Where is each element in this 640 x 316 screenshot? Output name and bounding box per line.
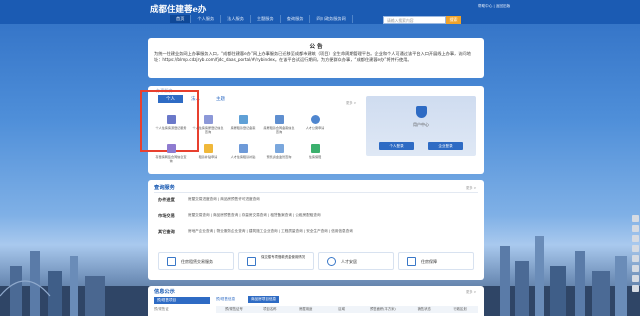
enterprise-login-button[interactable]: 企业登录: [428, 142, 463, 150]
search-input[interactable]: 请输入搜索内容: [383, 16, 446, 24]
column-header: 项目名称: [263, 307, 277, 311]
query-row-links[interactable]: 房屋交易进度查询 | 商品房预售许可进度查询: [188, 197, 260, 202]
side-toolbar: [632, 215, 640, 315]
service-label: 租赁补贴申请: [198, 155, 218, 159]
query-card[interactable]: 住房租赁交易服务: [158, 252, 234, 270]
nav-item-sichuan[interactable]: 四川政务服务网: [310, 15, 353, 23]
side-tool-button[interactable]: [632, 225, 639, 232]
info-side-tab[interactable]: 预/现售项目: [154, 297, 210, 304]
notice-body: 为统一住建业务网上办事服务入口，“成都住建蓉e办”网上办事服务已迁移至成都市建筑…: [154, 51, 471, 62]
nav-item-legal[interactable]: 法人服务: [221, 15, 251, 23]
info-title: 信息公示: [154, 289, 175, 295]
side-tool-button[interactable]: [632, 275, 639, 282]
service-label: 个人住房房源登记服务: [155, 126, 187, 130]
service-item[interactable]: 房屋租赁合同备案信息查询: [262, 115, 296, 134]
top-links[interactable]: 帮助中心 | 返回旧版: [478, 4, 510, 9]
site-logo[interactable]: 成都住建蓉e办: [150, 3, 206, 15]
side-tool-button[interactable]: [632, 215, 639, 222]
monitor-icon: [166, 144, 176, 153]
service-label: 房屋租赁登记备案: [230, 126, 256, 130]
query-card-label: 住房租赁交易服务: [181, 259, 213, 264]
query-card[interactable]: 住房保障: [398, 252, 474, 270]
query-more-link[interactable]: 更多 >: [466, 185, 476, 190]
nav-item-personal[interactable]: 个人服务: [191, 15, 222, 23]
query-card-label: 人才安居: [341, 259, 357, 264]
document-icon: [203, 115, 213, 124]
query-row-links[interactable]: 房地产企业查询 | 物业服务企业查询 | 建筑施工企业查询 | 工程质量查询 |…: [188, 229, 353, 234]
services-more-link[interactable]: 更多 >: [346, 100, 356, 105]
service-label: 存量房网签合同信息查询: [155, 155, 187, 163]
side-tool-button[interactable]: [632, 255, 639, 262]
side-tool-button[interactable]: [632, 235, 639, 242]
info-more-link[interactable]: 更多 >: [466, 289, 476, 294]
shield-icon: [407, 257, 416, 266]
query-card-label: 住房保障: [421, 259, 437, 264]
divider: [154, 192, 478, 193]
service-item[interactable]: 房屋租赁登记备案: [226, 115, 260, 130]
service-item[interactable]: 住房保障: [298, 144, 332, 159]
personal-login-button[interactable]: 个人登录: [379, 142, 414, 150]
column-header: 预/现售证号: [225, 307, 243, 311]
query-title: 查询服务: [154, 185, 175, 191]
info-side-item[interactable]: 预/现售证: [154, 306, 169, 311]
person-icon: [327, 257, 336, 266]
service-label: 住房保障: [308, 155, 322, 159]
nav-item-query[interactable]: 查询服务: [281, 15, 311, 23]
user-center: 用户中心 个人登录 企业登录: [366, 96, 476, 156]
query-row-links[interactable]: 房屋交易查询 | 商品房预售查询 | 存量房交易查询 | 租赁备案查询 | 公租…: [188, 213, 321, 218]
column-header: 区域: [338, 307, 345, 311]
main-nav: 首页 个人服务 法人服务 主题服务 查询服务 四川政务服务网: [170, 15, 353, 23]
info-table-header: 预/现售证号 项目名称 房屋用途 区域 预售面积(平方米) 销售状态 行政区划: [216, 306, 478, 313]
tab-topic[interactable]: 主题: [208, 95, 233, 103]
query-panel: 查询服务 更多 > 办件进度 房屋交易进度查询 | 商品房预售许可进度查询 市场…: [148, 180, 484, 280]
column-header: 销售状态: [417, 307, 431, 311]
service-item[interactable]: 个人住房房屋登记信息查询: [191, 115, 225, 134]
service-label: 房屋租赁合同备案信息查询: [263, 126, 295, 134]
service-item[interactable]: 人才住房租赁补贴: [226, 144, 260, 159]
service-label: 人才住房租赁补贴: [230, 155, 256, 159]
nav-item-home[interactable]: 首页: [170, 15, 192, 23]
house-icon: [203, 144, 213, 153]
query-row-label: 办件进度: [158, 197, 175, 202]
document-icon: [274, 115, 284, 124]
monitor-icon: [247, 257, 256, 266]
side-tool-button[interactable]: [632, 245, 639, 252]
user-shield-icon: [416, 106, 427, 118]
query-row-label: 其它查询: [158, 229, 175, 234]
service-item[interactable]: 个人住房房源登记服务: [154, 115, 188, 130]
side-tool-button[interactable]: [632, 285, 639, 292]
service-label: 预售资金监管查询: [266, 155, 292, 159]
document-icon: [238, 115, 248, 124]
query-card[interactable]: 人才安居: [318, 252, 394, 270]
service-item[interactable]: 存量房网签合同信息查询: [154, 144, 188, 163]
info-tab-project[interactable]: 商品房项目信息: [248, 296, 280, 303]
header-bar: 成都住建蓉e办 首页 个人服务 法人服务 主题服务 查询服务 四川政务服务网 请…: [0, 0, 640, 24]
service-item[interactable]: 预售资金监管查询: [262, 144, 296, 159]
notice-title: 公 告: [309, 44, 323, 50]
service-label: 个人住房房屋登记信息查询: [192, 126, 224, 134]
nav-item-topic[interactable]: 主题服务: [251, 15, 281, 23]
monitor-icon: [166, 115, 176, 124]
column-header: 预售面积(平方米): [370, 307, 396, 311]
column-header: 行政区划: [453, 307, 467, 311]
briefcase-icon: [310, 144, 320, 153]
user-center-title: 用户中心: [413, 122, 429, 127]
person-icon: [310, 115, 320, 124]
services-panel: 办事服务 个人 法人 主题 更多 > 个人住房房源登记服务 个人住房房屋登记信息…: [140, 86, 484, 174]
service-item[interactable]: 租赁补贴申请: [191, 144, 225, 159]
building-icon: [167, 257, 176, 266]
service-label: 人才公寓申请: [305, 126, 325, 130]
query-card[interactable]: 保交楼专项借款资金使用情况: [238, 252, 314, 270]
service-item[interactable]: 人才公寓申请: [298, 115, 332, 130]
side-tool-button[interactable]: [632, 265, 639, 272]
info-panel: 信息公示 更多 > 预/现售项目 预/现售证 预/现售信息 商品房项目信息 预/…: [148, 286, 484, 316]
notice-panel: 公 告 为统一住建业务网上办事服务入口，“成都住建蓉e办”网上办事服务已迁移至成…: [148, 38, 484, 78]
query-row-label: 市场交易: [158, 213, 175, 218]
document-icon: [274, 144, 284, 153]
column-header: 房屋用途: [299, 307, 313, 311]
search-button[interactable]: 搜索: [446, 16, 461, 24]
query-card-label: 保交楼专项借款资金使用情况: [261, 255, 306, 259]
person-icon: [238, 144, 248, 153]
info-tab-presale[interactable]: 预/现售信息: [216, 297, 235, 302]
